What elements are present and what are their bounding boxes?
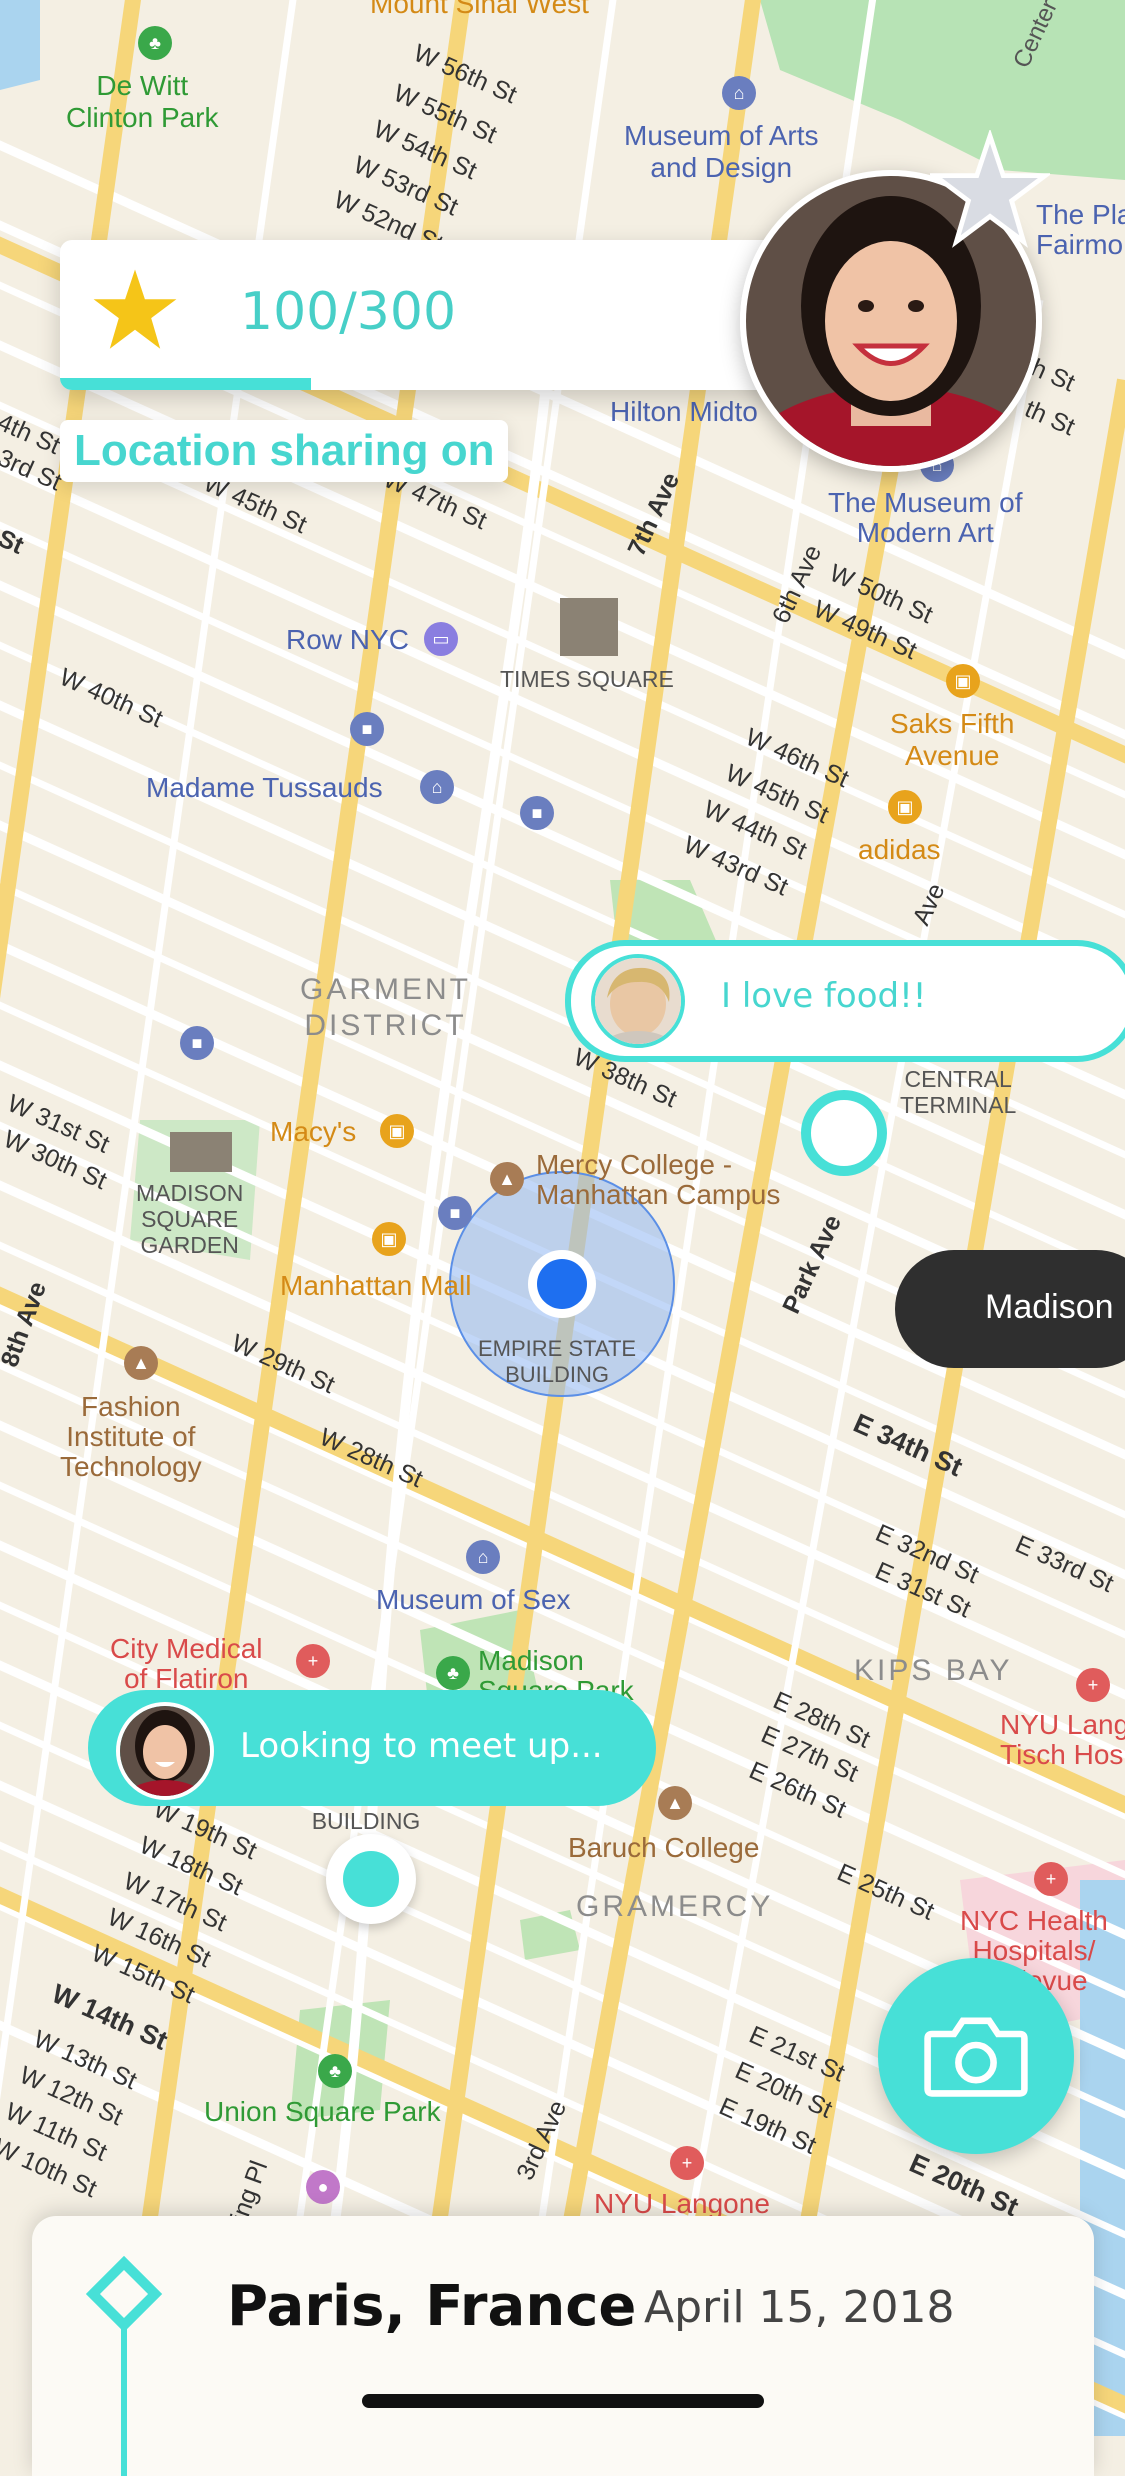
hospital-icon: + [296,1644,330,1678]
location-chip[interactable]: Madison [895,1250,1125,1368]
hospital-icon: + [1076,1668,1110,1702]
school-icon: ▲ [124,1346,158,1380]
park-icon: ♣ [318,2054,352,2088]
location-diamond-icon [86,2256,163,2476]
hospital-icon: + [670,2146,704,2180]
map-label-row-nyc: Row NYC [286,624,409,655]
map-label-gramercy: GRAMERCY [576,1890,774,1923]
shopping-icon: ▣ [946,664,980,698]
map-label-kips-bay: KIPS BAY [854,1654,1013,1687]
map-label-esb: EMPIRE STATE BUILDING [478,1336,637,1387]
map-label-museum-of-sex: Museum of Sex [376,1584,571,1615]
map-label-adidas: adidas [858,834,941,865]
school-icon: ▲ [490,1162,524,1196]
map-label-baruch: Baruch College [568,1832,760,1863]
school-icon: ▲ [658,1786,692,1820]
bubble-message: Looking to meet up... [240,1726,603,1766]
map-label-macys: Macy's [270,1116,357,1147]
bubble-message: I love food!! [721,976,927,1016]
map-label-hilton: Hilton Midto [610,396,758,427]
park-icon: ♣ [138,26,172,60]
theater-icon: ● [306,2170,340,2204]
score-card[interactable]: 100/300 [60,240,820,390]
transit-icon: ■ [350,712,384,746]
map-label-museum-arts-design: Museum of Arts and Design [624,120,819,183]
map-label-garment-district: GARMENT DISTRICT [300,973,471,1042]
transit-icon: ■ [180,1026,214,1060]
shopping-icon: ▣ [372,1222,406,1256]
map-label-mount-sinai: Mount Sinai West [370,0,589,19]
bubble-avatar [116,1702,214,1800]
map-label-city-medical: City Medical of Flatiron [110,1633,263,1694]
score-progress-bar [60,378,311,390]
trip-date: April 15, 2018 [644,2282,955,2333]
score-value: 100/300 [240,282,457,342]
museum-icon: ⌂ [722,76,756,110]
map-label-saks: Saks Fifth Avenue [890,708,1015,771]
location-sharing-status: Location sharing on [60,420,509,482]
museum-icon: ⌂ [420,770,454,804]
user-pin[interactable] [326,1834,416,1924]
map-label-msg: MADISON SQUARE GARDEN [136,1180,244,1258]
transit-icon: ■ [520,796,554,830]
user-message-bubble[interactable]: I love food!! [565,940,1125,1062]
bubble-avatar [591,954,685,1048]
hospital-icon: + [1034,1862,1068,1896]
map-label-times-square: TIMES SQUARE [500,666,674,692]
map-label-fit: Fashion Institute of Technology [60,1391,202,1482]
camera-button[interactable] [878,1958,1074,2154]
map-label-madame-tussauds: Madame Tussauds [146,772,383,803]
user-pin[interactable] [801,1090,887,1176]
map-label-moma: The Museum of Modern Art [828,487,1023,548]
favorite-star-icon[interactable] [930,130,1050,250]
map-label-dewitt-clinton-park: De Witt Clinton Park [66,70,219,133]
shopping-icon: ▣ [380,1114,414,1148]
star-icon [93,269,177,349]
home-indicator[interactable] [362,2394,764,2408]
trip-card[interactable]: Paris, France April 15, 2018 [32,2216,1094,2476]
map-label-union-square-park: Union Square Park [204,2096,441,2127]
transit-icon: ■ [438,1196,472,1230]
map-label-nyu-lang: NYU Lang Tisch Hos [1000,1709,1125,1770]
location-chip-label: Madison [985,1288,1114,1326]
map-label-manhattan-mall: Manhattan Mall [280,1270,472,1301]
shopping-icon: ▣ [888,790,922,824]
trip-city: Paris, France [227,2274,637,2339]
camera-icon [924,2017,1028,2097]
park-icon: ♣ [436,1656,470,1690]
map-label-mercy-college: Mercy College - Manhattan Campus [536,1149,781,1210]
hotel-icon: ▭ [424,622,458,656]
museum-icon: ⌂ [466,1540,500,1574]
user-message-bubble[interactable]: Looking to meet up... [88,1690,656,1806]
